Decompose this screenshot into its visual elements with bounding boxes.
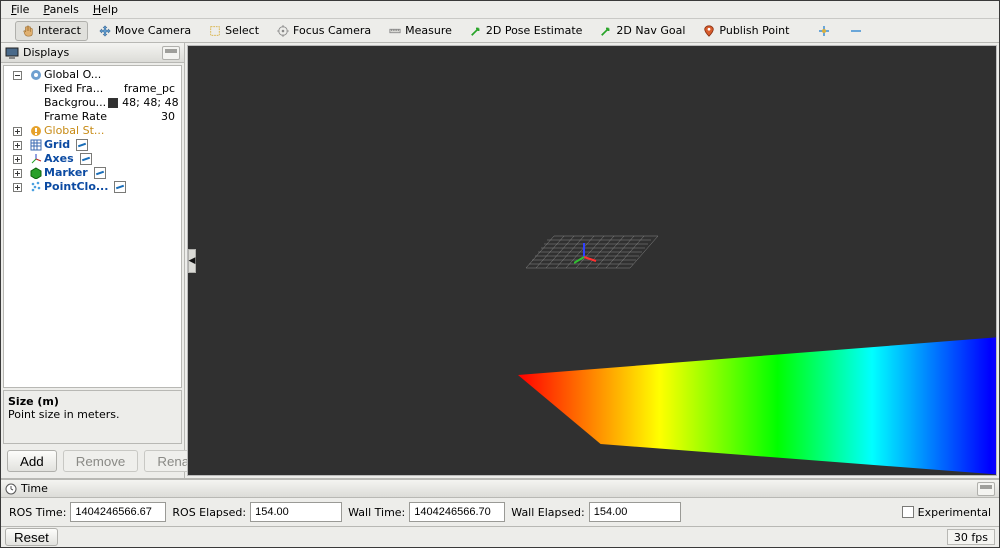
tree-global-status[interactable]: Global St...	[8, 124, 179, 138]
displays-tree[interactable]: Global O... Fixed Fra... frame_pc Backgr…	[3, 65, 182, 388]
move-icon	[99, 25, 111, 37]
tool-extra-1-icon[interactable]	[810, 21, 838, 41]
grid-label: Grid	[44, 138, 70, 152]
tool-interact[interactable]: Interact	[15, 21, 88, 41]
grid-icon	[30, 139, 42, 151]
tool-2d-nav-goal[interactable]: 2D Nav Goal	[593, 21, 692, 41]
tool-publish-point[interactable]: Publish Point	[696, 21, 796, 41]
wall-time-input[interactable]	[409, 502, 505, 522]
fixed-frame-value: frame_pc	[124, 82, 175, 96]
tool-select[interactable]: Select	[202, 21, 266, 41]
remove-button[interactable]: Remove	[63, 450, 139, 472]
tool-measure-label: Measure	[405, 24, 452, 37]
tool-interact-label: Interact	[38, 24, 81, 37]
status-warn-icon	[30, 125, 42, 137]
3d-viewport[interactable]: ◀	[187, 45, 997, 476]
tree-fixed-frame[interactable]: Fixed Fra... frame_pc	[8, 82, 179, 96]
tool-2d-pose[interactable]: 2D Pose Estimate	[463, 21, 590, 41]
background-label: Backgrou...	[44, 96, 106, 110]
tool-move-camera-label: Move Camera	[115, 24, 191, 37]
displays-title: Displays	[23, 46, 69, 59]
origin-axes	[574, 239, 600, 265]
app-window: File Panels Help Interact Move Camera Se…	[0, 0, 1000, 548]
toolbar: Interact Move Camera Select Focus Camera…	[1, 19, 999, 43]
global-status-label: Global St...	[44, 124, 104, 138]
nav-arrow-icon	[600, 25, 612, 37]
time-title-bar[interactable]: Time	[1, 480, 999, 498]
axes-label: Axes	[44, 152, 74, 166]
tool-2d-nav-goal-label: 2D Nav Goal	[616, 24, 685, 37]
tree-frame-rate[interactable]: Frame Rate 30	[8, 110, 179, 124]
time-panel: Time ROS Time: ROS Elapsed: Wall Time: W…	[1, 479, 999, 527]
pose-arrow-icon	[470, 25, 482, 37]
tree-global-options[interactable]: Global O...	[8, 68, 179, 82]
maximize-panel-button[interactable]	[162, 46, 180, 60]
axes-icon	[30, 153, 42, 165]
help-text: Point size in meters.	[8, 408, 177, 421]
time-title: Time	[21, 482, 48, 495]
displays-icon	[5, 46, 19, 60]
fps-display: 30 fps	[947, 529, 995, 545]
ros-time-label: ROS Time:	[9, 506, 66, 519]
property-help: Size (m) Point size in meters.	[3, 390, 182, 444]
tool-measure[interactable]: Measure	[382, 21, 459, 41]
select-icon	[209, 25, 221, 37]
menu-bar: File Panels Help	[1, 1, 999, 19]
marker-label: Marker	[44, 166, 88, 180]
focus-icon	[277, 25, 289, 37]
displays-buttons: Add Remove Rename	[1, 446, 184, 478]
help-title: Size (m)	[8, 395, 177, 408]
ros-elapsed-label: ROS Elapsed:	[172, 506, 246, 519]
tool-select-label: Select	[225, 24, 259, 37]
scene	[188, 46, 996, 475]
frame-rate-value: 30	[161, 110, 175, 124]
frame-rate-label: Frame Rate	[44, 110, 107, 124]
background-swatch-icon	[108, 98, 118, 108]
axes-checkbox[interactable]	[80, 153, 92, 165]
tool-move-camera[interactable]: Move Camera	[92, 21, 198, 41]
pointcloud-checkbox[interactable]	[114, 181, 126, 193]
tree-marker[interactable]: Marker	[8, 166, 179, 180]
pointcloud-icon	[30, 181, 42, 193]
reset-button[interactable]: Reset	[5, 528, 58, 546]
ros-elapsed-input[interactable]	[250, 502, 342, 522]
tool-focus-camera[interactable]: Focus Camera	[270, 21, 378, 41]
ruler-icon	[389, 25, 401, 37]
fixed-frame-label: Fixed Fra...	[44, 82, 103, 96]
displays-panel: Displays Global O... Fixed Fra...	[1, 43, 185, 478]
wall-elapsed-input[interactable]	[589, 502, 681, 522]
tool-publish-point-label: Publish Point	[719, 24, 789, 37]
wall-elapsed-label: Wall Elapsed:	[511, 506, 584, 519]
tool-extra-2-icon[interactable]	[842, 21, 870, 41]
displays-title-bar[interactable]: Displays	[1, 43, 184, 63]
wall-time-label: Wall Time:	[348, 506, 405, 519]
tree-background[interactable]: Backgrou... 48; 48; 48	[8, 96, 179, 110]
menu-help[interactable]: Help	[87, 2, 124, 17]
pin-icon	[703, 25, 715, 37]
tree-axes[interactable]: Axes	[8, 152, 179, 166]
experimental-label: Experimental	[918, 506, 991, 519]
clock-icon	[5, 483, 17, 495]
hand-icon	[22, 25, 34, 37]
tool-2d-pose-label: 2D Pose Estimate	[486, 24, 583, 37]
status-bar: Reset 30 fps	[1, 527, 999, 547]
global-options-label: Global O...	[44, 68, 101, 82]
marker-icon	[30, 167, 42, 179]
maximize-time-button[interactable]	[977, 482, 995, 496]
menu-file[interactable]: File	[5, 2, 35, 17]
tree-grid[interactable]: Grid	[8, 138, 179, 152]
tree-pointcloud[interactable]: PointClo...	[8, 180, 179, 194]
ros-time-input[interactable]	[70, 502, 166, 522]
pointcloud-plane	[518, 336, 997, 476]
background-value: 48; 48; 48	[122, 96, 178, 110]
options-gear-icon	[30, 69, 42, 81]
grid-checkbox[interactable]	[76, 139, 88, 151]
experimental-checkbox[interactable]	[902, 506, 914, 518]
add-button[interactable]: Add	[7, 450, 57, 472]
tool-focus-camera-label: Focus Camera	[293, 24, 371, 37]
menu-panels[interactable]: Panels	[37, 2, 84, 17]
marker-checkbox[interactable]	[94, 167, 106, 179]
pointcloud-label: PointClo...	[44, 180, 108, 194]
